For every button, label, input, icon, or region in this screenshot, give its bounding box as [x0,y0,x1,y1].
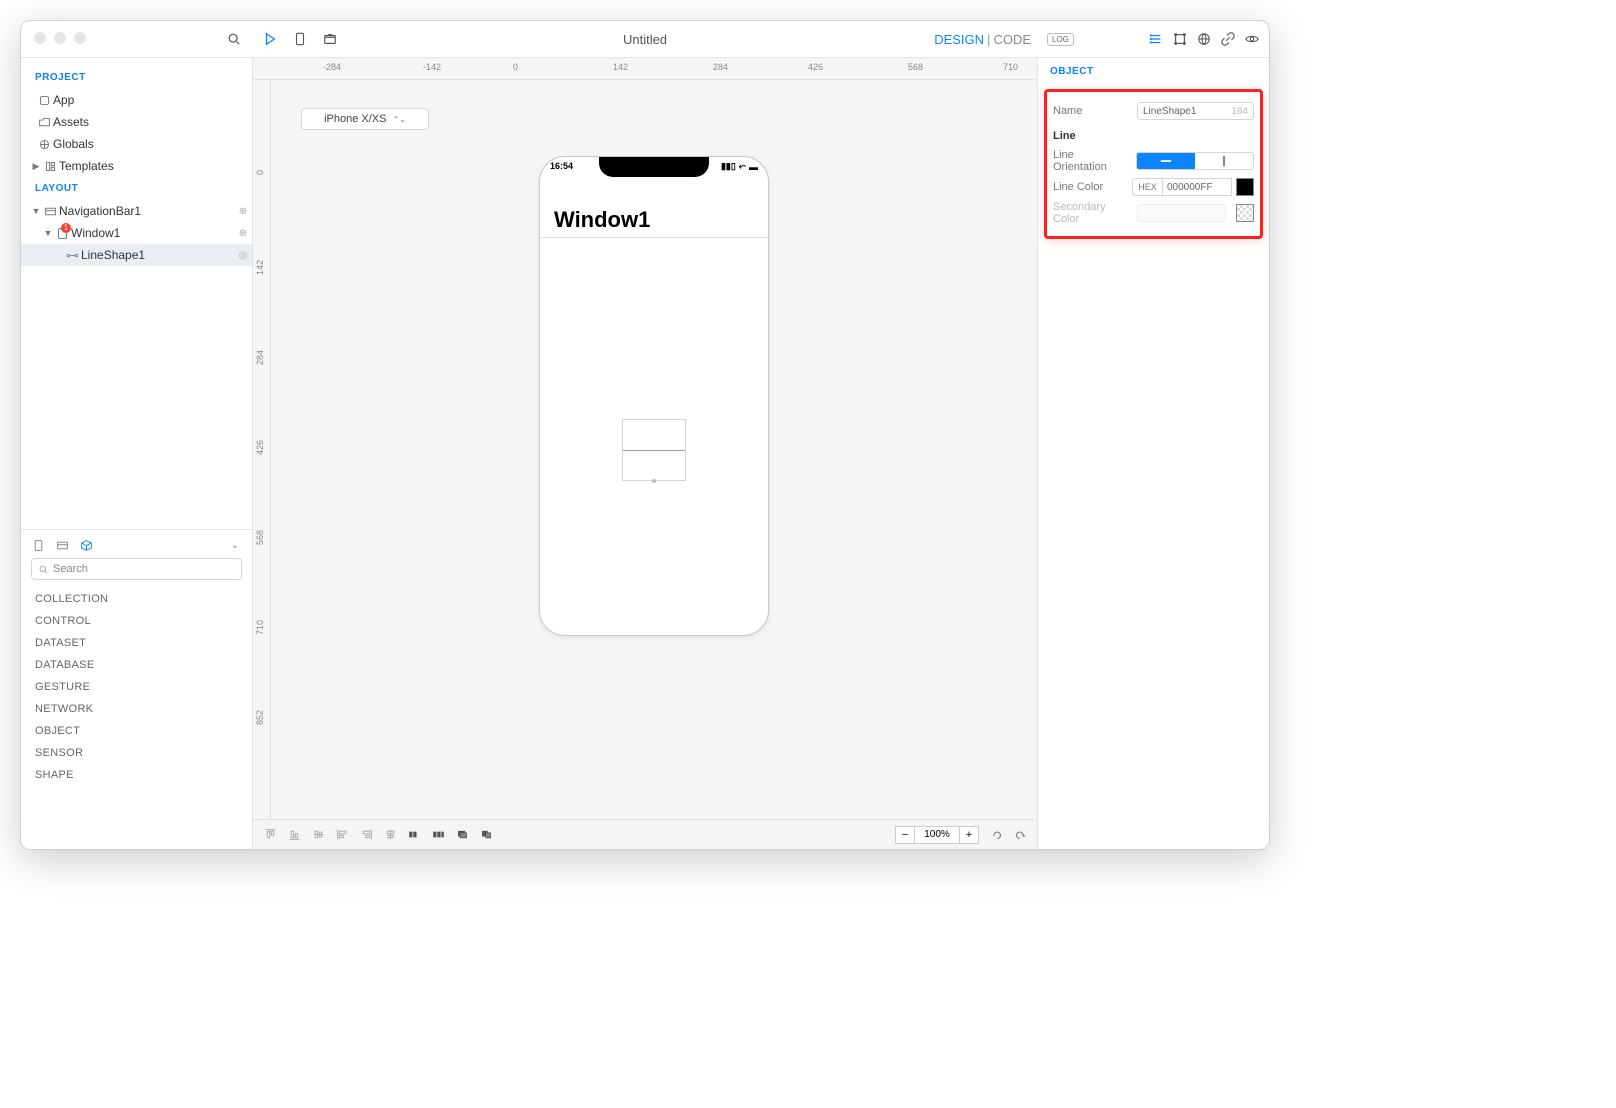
hex-label: HEX [1132,178,1162,196]
link-icon[interactable] [1221,32,1235,46]
globe-icon[interactable] [1197,32,1211,46]
align-left-icon[interactable] [335,828,349,842]
battery-icon: ▬ [749,162,758,172]
horizontal-ruler: -284 -142 0 142 284 426 568 710 [253,58,1037,80]
minimize-icon[interactable] [54,32,66,44]
signal-icon: ▮▮▯ [721,161,736,172]
close-icon[interactable] [34,32,46,44]
line-color-label: Line Color [1053,181,1126,193]
bounds-icon[interactable] [1173,32,1187,46]
lib-cat-control[interactable]: CONTROL [31,610,242,632]
line-shape [623,450,685,451]
mode-design[interactable]: DESIGN [934,32,984,47]
lib-cat-dataset[interactable]: DATASET [31,632,242,654]
secondary-color-label: Secondary Color [1053,201,1131,225]
add-icon[interactable]: ⊕ [234,228,252,239]
lib-cat-database[interactable]: DATABASE [31,654,242,676]
align-top-icon[interactable] [263,828,277,842]
align-hcenter-icon[interactable] [383,828,397,842]
canvas-footer: − 100% + [253,819,1037,849]
device-tab-icon[interactable] [31,538,45,552]
resize-handle[interactable] [652,479,656,483]
window-title: Window1 [554,207,650,233]
chevron-down-icon[interactable]: ⌄ [228,538,242,552]
lib-cat-collection[interactable]: COLLECTION [31,588,242,610]
lib-cat-gesture[interactable]: GESTURE [31,676,242,698]
orientation-label: Line Orientation [1053,149,1130,173]
traffic-lights [34,32,86,44]
add-icon[interactable]: ⊕ [234,206,252,217]
align-bottom-icon[interactable] [287,828,301,842]
redo-icon[interactable] [1013,828,1027,842]
align-vcenter-icon[interactable] [311,828,325,842]
navbar-divider [540,237,768,238]
mode-switch[interactable]: DESIGN|CODE [934,32,1031,47]
distribute-h-icon[interactable] [407,828,421,842]
secondary-color-input [1137,204,1226,222]
stack2-icon[interactable] [479,828,493,842]
zoom-out-button[interactable]: − [895,826,915,844]
device-selector[interactable]: iPhone X/XS ⌃⌄ [301,108,429,130]
orientation-vertical[interactable] [1195,153,1253,169]
zoom-control[interactable]: − 100% + [895,826,979,844]
archive-icon[interactable] [323,32,337,46]
stack-icon[interactable] [455,828,469,842]
search-icon[interactable] [227,32,241,46]
cube-tab-icon[interactable] [79,538,93,552]
mode-code[interactable]: CODE [993,32,1031,47]
target-icon[interactable]: ◎ [234,250,252,261]
color-swatch[interactable] [1236,178,1254,196]
toolbar: Untitled DESIGN|CODE LOG [21,21,1269,58]
secondary-color-swatch[interactable] [1236,204,1254,222]
eye-icon[interactable] [1245,32,1259,46]
library-panel: ⌄ Search COLLECTION CONTROL DATASET DATA… [21,529,252,849]
distribute-v-icon[interactable] [431,828,445,842]
orientation-horizontal[interactable] [1137,153,1195,169]
play-icon[interactable] [263,32,277,46]
selected-shape[interactable] [622,419,686,481]
lib-cat-shape[interactable]: SHAPE [31,764,242,786]
project-header: PROJECT [21,66,252,89]
layout-tab-icon[interactable] [55,538,69,552]
inspector-highlight: Name LineShape1 184 Line Line Orientatio… [1044,89,1263,239]
zoom-value: 100% [915,826,959,844]
line-section-header: Line [1053,124,1254,148]
layout-item-lineshape[interactable]: LineShape1◎ [21,244,252,266]
project-item-assets[interactable]: Assets [21,111,252,133]
hex-input[interactable]: 000000FF [1162,178,1232,196]
project-item-globals[interactable]: Globals [21,133,252,155]
status-bar: 16:54 ▮▮▯⬿▬ [550,161,758,172]
phone-preview[interactable]: 16:54 ▮▮▯⬿▬ Window1 [539,156,769,636]
app-window: Untitled DESIGN|CODE LOG PROJECT App Ass… [20,20,1270,850]
document-title: Untitled [623,32,667,47]
library-search[interactable]: Search [31,558,242,580]
device-icon[interactable] [293,32,307,46]
zoom-in-button[interactable]: + [959,826,979,844]
wifi-icon: ⬿ [739,161,746,172]
navigator-panel: PROJECT App Assets Globals ▶Templates LA… [21,58,253,849]
chevron-updown-icon: ⌃⌄ [392,115,405,124]
inspector-header: OBJECT [1038,58,1269,85]
canvas[interactable]: iPhone X/XS ⌃⌄ 16:54 ▮▮▯⬿▬ Window1 [271,80,1037,819]
align-right-icon[interactable] [359,828,373,842]
orientation-segment[interactable] [1136,152,1254,170]
layout-item-window[interactable]: ▼Window1⊕ [21,222,252,244]
project-item-templates[interactable]: ▶Templates [21,155,252,177]
project-item-app[interactable]: App [21,89,252,111]
list-icon[interactable] [1149,32,1163,46]
name-label: Name [1053,105,1131,117]
line-icon [63,249,81,262]
lib-cat-network[interactable]: NETWORK [31,698,242,720]
maximize-icon[interactable] [74,32,86,44]
layout-item-navbar[interactable]: ▼NavigationBar1⊕ [21,200,252,222]
layout-header: LAYOUT [21,177,252,200]
lib-cat-sensor[interactable]: SENSOR [31,742,242,764]
lib-cat-object[interactable]: OBJECT [31,720,242,742]
name-input[interactable]: LineShape1 184 [1137,102,1254,120]
log-button[interactable]: LOG [1047,33,1074,46]
vertical-ruler: 0 142 284 426 568 710 852 [253,80,271,819]
canvas-area: -284 -142 0 142 284 426 568 710 0 142 28… [253,58,1037,849]
inspector-panel: OBJECT Name LineShape1 184 Line Line Ori… [1037,58,1269,849]
undo-icon[interactable] [989,828,1003,842]
